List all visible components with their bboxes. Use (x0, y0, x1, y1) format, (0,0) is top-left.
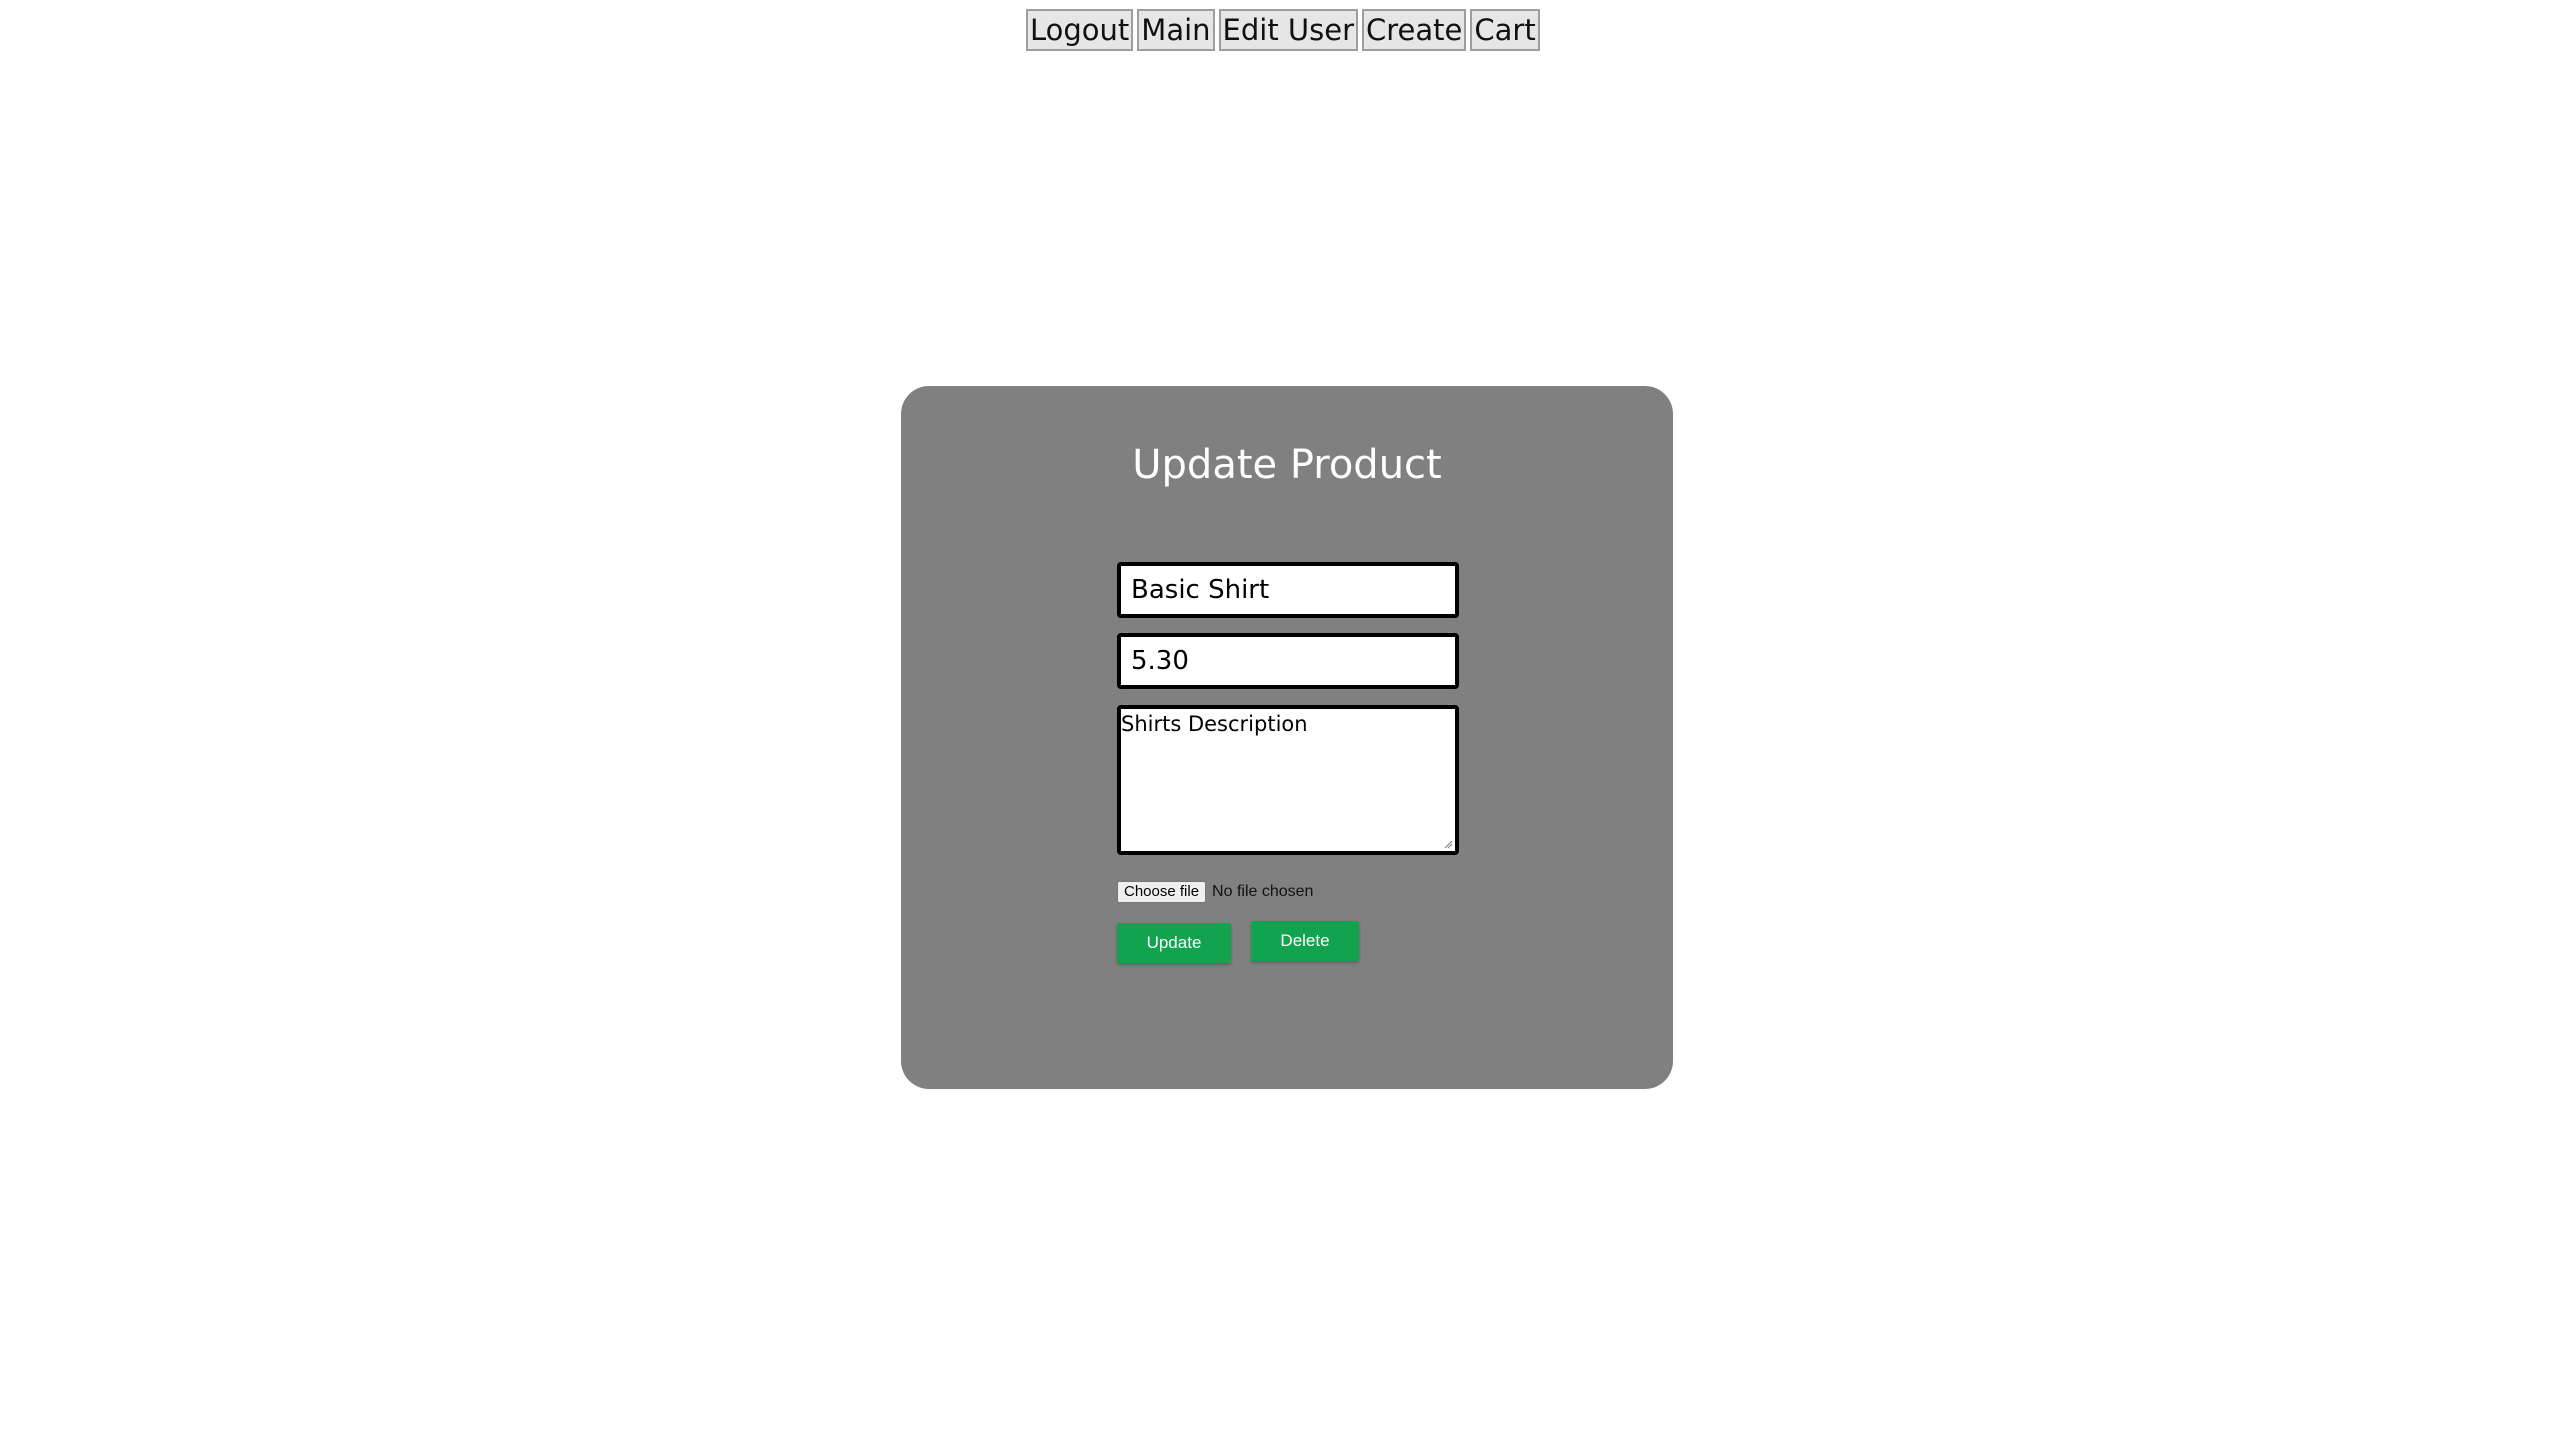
product-price-input[interactable]: 5.30 (1117, 633, 1459, 689)
file-upload: Choose file No file chosen (1117, 880, 1313, 904)
delete-button[interactable]: Delete (1251, 921, 1359, 961)
update-product-panel: Update Product Basic Shirt 5.30 Shirts D… (901, 386, 1673, 1089)
update-button[interactable]: Update (1117, 923, 1231, 963)
resize-grip-icon[interactable] (1443, 839, 1453, 849)
cart-button[interactable]: Cart (1470, 9, 1540, 51)
logout-button[interactable]: Logout (1026, 9, 1134, 51)
create-button[interactable]: Create (1362, 9, 1467, 51)
edit-user-button[interactable]: Edit User (1218, 9, 1359, 51)
main-button[interactable]: Main (1137, 9, 1215, 51)
choose-file-button[interactable]: Choose file (1117, 881, 1207, 903)
product-description-textarea[interactable]: Shirts Description (1117, 705, 1459, 855)
top-navigation: Logout Main Edit User Create Cart (1026, 9, 1540, 51)
file-status-text: No file chosen (1212, 883, 1314, 900)
description-text: Shirts Description (1121, 712, 1308, 736)
product-name-input[interactable]: Basic Shirt (1117, 562, 1459, 618)
page-title: Update Product (1132, 442, 1442, 488)
